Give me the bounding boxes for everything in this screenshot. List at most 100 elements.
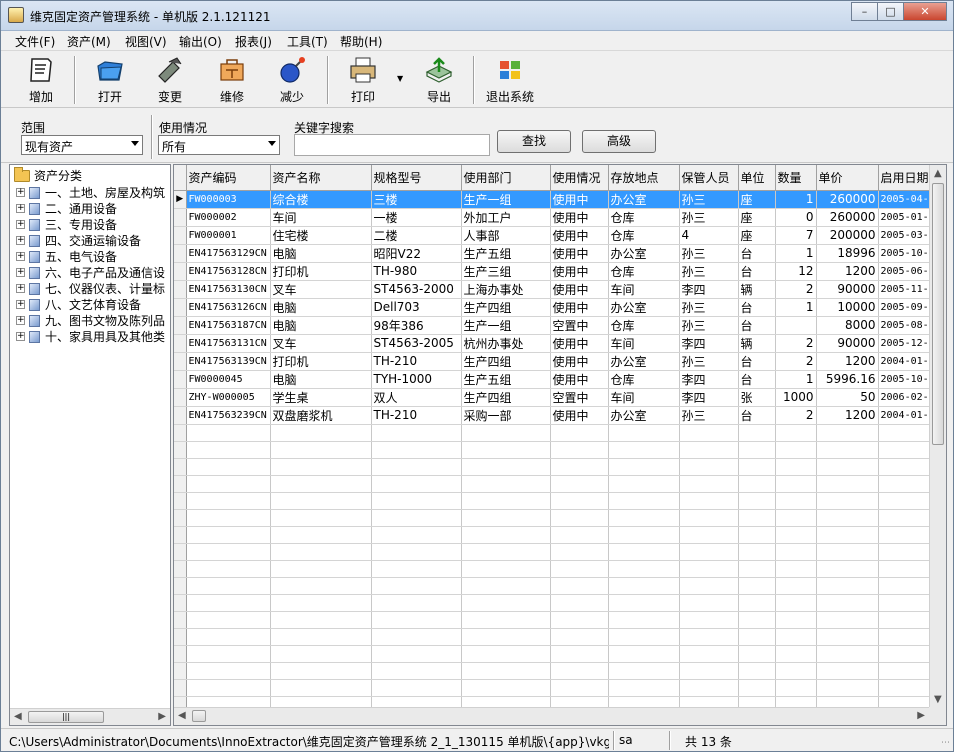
expand-icon[interactable]: +: [16, 220, 25, 229]
print-button[interactable]: 打印: [338, 56, 388, 106]
empty-cell: [371, 509, 462, 527]
repair-button[interactable]: 维修: [207, 56, 257, 106]
expand-icon[interactable]: +: [16, 332, 25, 341]
column-header[interactable]: 单价: [816, 165, 879, 191]
export-button[interactable]: 导出: [414, 56, 464, 106]
exit-button[interactable]: 退出系统: [482, 56, 538, 106]
tree-root[interactable]: 资产分类: [14, 166, 82, 184]
menu-report[interactable]: 报表(J): [235, 33, 272, 50]
table-row[interactable]: ZHY-W000005 学生桌 双人 生产四组 空置中 车间 李四张 1000 50 2006-0…: [174, 388, 932, 407]
close-button[interactable]: ✕: [903, 2, 947, 21]
scroll-down-icon[interactable]: ▼: [934, 694, 942, 705]
change-button[interactable]: 变更: [145, 56, 195, 106]
column-header[interactable]: 资产编码: [186, 165, 271, 191]
scrollbar-thumb[interactable]: [192, 710, 206, 722]
scroll-right-icon[interactable]: ▶: [917, 710, 925, 721]
grid-horizontal-scrollbar[interactable]: ◀ ▶: [174, 707, 929, 725]
tree-item-label: 一、土地、房屋及构筑: [45, 186, 166, 200]
scroll-up-icon[interactable]: ▲: [934, 168, 942, 179]
empty-cell: [550, 424, 609, 442]
tree-item[interactable]: + 一、土地、房屋及构筑: [16, 184, 165, 201]
table-row[interactable]: FW000001 住宅楼 二楼 人事部 使用中 仓库 4 座 7 200000 2005-03-: [174, 226, 932, 245]
tree-horizontal-scrollbar[interactable]: ◀ ||| ▶: [10, 708, 170, 725]
tree-item[interactable]: + 八、文艺体育设备: [16, 296, 141, 313]
scroll-left-icon[interactable]: ◀: [14, 711, 22, 722]
table-row[interactable]: FW000002 车间 一楼 外加工户 使用中 仓库 孙三座 0 260000 2005-01-: [174, 208, 932, 227]
minimize-button[interactable]: –: [851, 2, 877, 21]
table-cell: 仓库: [608, 316, 680, 335]
expand-icon[interactable]: +: [16, 204, 25, 213]
menu-tools[interactable]: 工具(T): [287, 33, 328, 50]
empty-cell: [608, 594, 680, 612]
menu-view[interactable]: 视图(V): [125, 33, 167, 50]
expand-icon[interactable]: +: [16, 236, 25, 245]
empty-cell: [679, 628, 739, 646]
row-indicator: [174, 208, 187, 227]
tree-item[interactable]: + 七、仪器仪表、计量标: [16, 280, 165, 297]
table-cell: 仓库: [608, 208, 680, 227]
column-header[interactable]: 使用部门: [461, 165, 551, 191]
column-header[interactable]: 使用情况: [550, 165, 609, 191]
reduce-button[interactable]: 减少: [267, 56, 317, 106]
column-header[interactable]: 单位: [738, 165, 776, 191]
tree-item[interactable]: + 五、电气设备: [16, 248, 117, 265]
tree-item[interactable]: + 三、专用设备: [16, 216, 117, 233]
print-dropdown-icon[interactable]: ▼: [397, 74, 403, 83]
column-header[interactable]: 保管人员: [679, 165, 739, 191]
table-row[interactable]: EN417563130CN 叉车 ST4563-2000 上海办事处 使用中 车间 李四辆 2…: [174, 280, 932, 299]
table-cell: 孙三: [679, 298, 739, 317]
column-header[interactable]: 启用日期: [878, 165, 932, 191]
category-cube-icon: [29, 282, 40, 295]
grid-vertical-scrollbar[interactable]: ▲ ▼: [929, 165, 946, 708]
menu-file[interactable]: 文件(F): [15, 33, 55, 50]
table-row[interactable]: EN417563128CN 打印机 TH-980 生产三组 使用中 仓库 孙三台 12 1200…: [174, 262, 932, 281]
toolbar-separator: [74, 56, 76, 104]
menu-help[interactable]: 帮助(H): [340, 33, 382, 50]
table-row[interactable]: EN417563129CN 电脑 昭阳V22 生产五组 使用中 办公室 孙三台 1 18996 2…: [174, 244, 932, 263]
scope-select[interactable]: 现有资产: [21, 135, 143, 155]
tree-item[interactable]: + 六、电子产品及通信设: [16, 264, 165, 281]
maximize-button[interactable]: □: [877, 2, 903, 21]
expand-icon[interactable]: +: [16, 316, 25, 325]
column-header[interactable]: 规格型号: [371, 165, 462, 191]
empty-cell: [608, 441, 680, 459]
table-row[interactable]: EN417563187CN 电脑 98年386 生产一组 空置中 仓库 孙三台 8000 200…: [174, 316, 932, 335]
resize-grip-icon[interactable]: ⋯: [941, 738, 950, 748]
menu-asset[interactable]: 资产(M): [67, 33, 111, 50]
table-row[interactable]: EN417563131CN 叉车 ST4563-2005 杭州办事处 使用中 车间 李四辆 2…: [174, 334, 932, 353]
table-row[interactable]: EN417563139CN 打印机 TH-210 生产四组 使用中 办公室 孙三台 2 1200…: [174, 352, 932, 371]
table-row[interactable]: EN417563239CN 双盘磨浆机 TH-210 采购一部 使用中 办公室 孙三台 2 12…: [174, 406, 932, 425]
expand-icon[interactable]: +: [16, 300, 25, 309]
scroll-right-icon[interactable]: ▶: [158, 711, 166, 722]
table-row[interactable]: ▶ FW000003 综合楼 三楼 生产一组 使用中 办公室 孙三座 1 260000 2005-0…: [174, 190, 932, 209]
table-cell: 生产四组: [461, 388, 551, 407]
tree-item[interactable]: + 九、图书文物及陈列品: [16, 312, 165, 329]
column-header[interactable]: 存放地点: [608, 165, 680, 191]
empty-cell: [270, 475, 372, 493]
column-header[interactable]: 资产名称: [270, 165, 372, 191]
usage-select[interactable]: 所有: [158, 135, 280, 155]
add-button[interactable]: 增加: [16, 56, 66, 106]
open-button[interactable]: 打开: [85, 56, 135, 106]
expand-icon[interactable]: +: [16, 284, 25, 293]
table-cell: FW0000045: [186, 370, 271, 389]
table-row[interactable]: EN417563126CN 电脑 Dell703 生产四组 使用中 办公室 孙三台 1 1000…: [174, 298, 932, 317]
tree-item[interactable]: + 二、通用设备: [16, 200, 117, 217]
scrollbar-thumb[interactable]: |||: [28, 711, 104, 723]
scrollbar-thumb[interactable]: [932, 183, 944, 445]
expand-icon[interactable]: +: [16, 188, 25, 197]
folder-open-icon: [14, 166, 30, 182]
tree-item[interactable]: + 四、交通运输设备: [16, 232, 141, 249]
keyword-search-input[interactable]: [294, 134, 490, 156]
table-row[interactable]: FW0000045 电脑 TYH-1000 生产五组 使用中 仓库 李四台 1 5996.16 2…: [174, 370, 932, 389]
column-header[interactable]: 数量: [775, 165, 817, 191]
expand-icon[interactable]: +: [16, 252, 25, 261]
table-cell: 2005-11-: [878, 280, 932, 299]
menu-output[interactable]: 输出(O): [179, 33, 222, 50]
advanced-button[interactable]: 高级: [582, 130, 656, 153]
empty-cell: [550, 662, 609, 680]
tree-item[interactable]: + 十、家具用具及其他类: [16, 328, 165, 345]
search-button[interactable]: 查找: [497, 130, 571, 153]
expand-icon[interactable]: +: [16, 268, 25, 277]
scroll-left-icon[interactable]: ◀: [178, 710, 186, 721]
